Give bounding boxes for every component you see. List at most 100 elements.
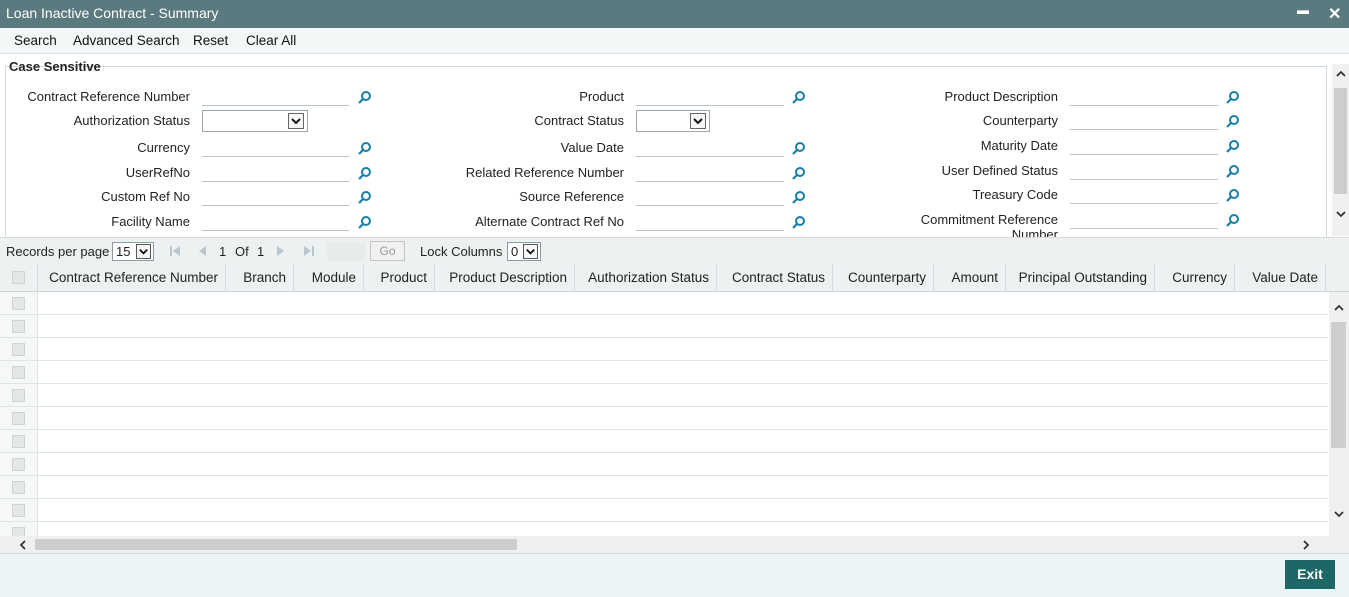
row-checkbox[interactable] [12, 527, 25, 536]
col-principal-outstanding[interactable]: Principal Outstanding [1006, 264, 1155, 292]
row-checkbox[interactable] [12, 366, 25, 379]
close-icon[interactable]: ✕ [1328, 4, 1341, 24]
search-icon[interactable] [358, 190, 372, 204]
product-input[interactable] [636, 86, 784, 106]
row-checkbox[interactable] [12, 504, 25, 517]
currency-input[interactable] [202, 137, 349, 157]
col-amount[interactable]: Amount [934, 264, 1006, 292]
select-all-checkbox[interactable] [12, 271, 25, 284]
row-checkbox[interactable] [12, 297, 25, 310]
first-page-icon[interactable] [168, 244, 182, 258]
col-contract-ref[interactable]: Contract Reference Number [38, 264, 226, 292]
chevron-up-icon[interactable] [1333, 302, 1345, 314]
col-branch[interactable]: Branch [226, 264, 294, 292]
user-defined-status-input[interactable] [1070, 160, 1218, 180]
table-row[interactable] [0, 430, 1328, 453]
next-page-icon[interactable] [274, 244, 288, 258]
search-icon[interactable] [1226, 139, 1240, 153]
col-contract-status[interactable]: Contract Status [717, 264, 833, 292]
facility-name-input[interactable] [202, 211, 349, 231]
chevron-down-icon[interactable] [1335, 208, 1347, 220]
search-icon[interactable] [1226, 114, 1240, 128]
search-icon[interactable] [792, 90, 806, 104]
criteria-scrollbar[interactable] [1332, 64, 1349, 236]
maturity-date-input[interactable] [1070, 135, 1218, 155]
counterparty-input[interactable] [1070, 110, 1218, 130]
search-icon[interactable] [1226, 188, 1240, 202]
exit-button[interactable]: Exit [1285, 560, 1335, 589]
table-row[interactable] [0, 361, 1328, 384]
grid-vertical-scrollbar[interactable] [1329, 292, 1349, 536]
advanced-search-button[interactable]: Advanced Search [73, 33, 180, 48]
custom-ref-input[interactable] [202, 186, 349, 206]
table-row[interactable] [0, 292, 1328, 315]
col-module[interactable]: Module [294, 264, 364, 292]
col-value-date[interactable]: Value Date [1235, 264, 1326, 292]
page-number-input[interactable] [327, 242, 365, 261]
criteria-scroll-thumb[interactable] [1334, 88, 1347, 194]
search-icon[interactable] [358, 166, 372, 180]
table-row[interactable] [0, 338, 1328, 361]
pagination-bar: Records per page 15 1 Of 1 Go Lock Colum… [0, 237, 1349, 264]
col-product-description[interactable]: Product Description [435, 264, 575, 292]
search-icon[interactable] [358, 90, 372, 104]
col-product[interactable]: Product [364, 264, 435, 292]
col-authorization-status[interactable]: Authorization Status [575, 264, 717, 292]
chevron-left-icon[interactable] [17, 539, 29, 551]
row-checkbox[interactable] [12, 343, 25, 356]
table-row[interactable] [0, 384, 1328, 407]
treasury-code-input[interactable] [1070, 184, 1218, 204]
commitment-ref-input[interactable] [1070, 209, 1218, 229]
search-icon[interactable] [1226, 164, 1240, 178]
search-icon[interactable] [792, 190, 806, 204]
reset-button[interactable]: Reset [193, 33, 228, 48]
search-icon[interactable] [358, 141, 372, 155]
records-per-page-select[interactable]: 15 [112, 242, 154, 261]
minimize-icon[interactable]: ▬ [1297, 3, 1309, 17]
search-icon[interactable] [792, 215, 806, 229]
row-checkbox[interactable] [12, 320, 25, 333]
col-counterparty[interactable]: Counterparty [833, 264, 934, 292]
contract-ref-input[interactable] [202, 86, 349, 106]
chevron-up-icon[interactable] [1335, 68, 1347, 80]
col-currency[interactable]: Currency [1155, 264, 1235, 292]
row-checkbox[interactable] [12, 412, 25, 425]
product-desc-input[interactable] [1070, 86, 1218, 106]
auth-status-select[interactable] [202, 110, 308, 132]
table-row[interactable] [0, 522, 1328, 536]
lock-columns-select[interactable]: 0 [507, 242, 541, 261]
chevron-right-icon[interactable] [1300, 539, 1312, 551]
grid-horizontal-scrollbar[interactable] [0, 536, 1349, 553]
search-icon[interactable] [792, 141, 806, 155]
prev-page-icon[interactable] [195, 244, 209, 258]
row-checkbox[interactable] [12, 481, 25, 494]
table-row[interactable] [0, 453, 1328, 476]
table-row[interactable] [0, 476, 1328, 499]
row-checkbox[interactable] [12, 435, 25, 448]
table-row[interactable] [0, 407, 1328, 430]
go-button[interactable]: Go [370, 241, 405, 261]
grid-vscroll-thumb[interactable] [1331, 322, 1346, 448]
chevron-down-icon[interactable] [1333, 508, 1345, 520]
row-checkbox[interactable] [12, 389, 25, 402]
alt-contract-ref-input[interactable] [636, 211, 784, 231]
source-ref-input[interactable] [636, 186, 784, 206]
value-date-input[interactable] [636, 137, 784, 157]
table-row[interactable] [0, 499, 1328, 522]
related-ref-input[interactable] [636, 162, 784, 182]
clear-all-button[interactable]: Clear All [246, 33, 296, 48]
last-page-icon[interactable] [302, 244, 316, 258]
search-icon[interactable] [792, 166, 806, 180]
search-icon[interactable] [1226, 90, 1240, 104]
search-icon[interactable] [358, 215, 372, 229]
results-grid: Contract Reference Number Branch Module … [0, 264, 1349, 536]
contract-status-select[interactable] [636, 110, 710, 132]
chevron-down-icon [523, 244, 538, 259]
row-checkbox[interactable] [12, 458, 25, 471]
userrefno-input[interactable] [202, 162, 349, 182]
select-all-header[interactable] [0, 264, 38, 292]
grid-hscroll-thumb[interactable] [35, 539, 517, 550]
search-icon[interactable] [1226, 213, 1240, 227]
search-button[interactable]: Search [14, 33, 57, 48]
table-row[interactable] [0, 315, 1328, 338]
